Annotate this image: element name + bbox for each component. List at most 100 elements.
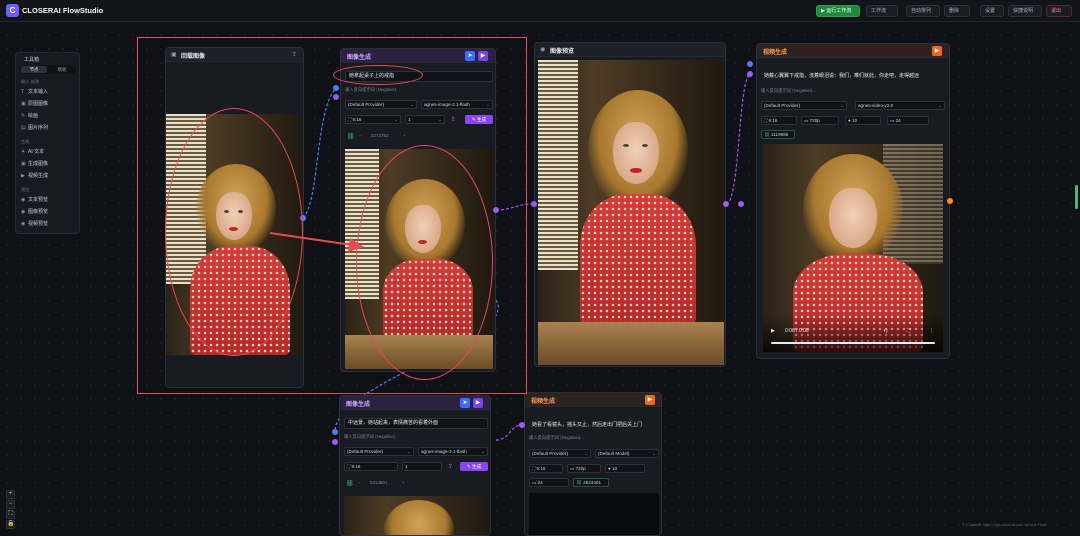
input-port[interactable] [747,71,753,77]
input-port[interactable] [531,201,537,207]
generated-image [344,496,488,535]
fit-view-icon[interactable]: ⛶ [6,510,15,519]
chevron-down-icon: ⌄ [584,451,588,456]
provider-select[interactable]: (Default Provider) ⌄ [529,449,591,458]
node-title: 图像预览 [550,49,575,55]
footer-credit: © CloserAI https://api.closerai.com by V… [962,522,1047,527]
link-icon[interactable]: ⛓ [346,480,354,487]
ratio-value: 9:16 [536,466,546,471]
prompt-input[interactable]: 中远景，她站起来，表情痛苦的看着外面 [344,418,488,429]
prompt-input[interactable]: 她戴心翼翼下戒指，流着眼泪说：我们，难们就此，你走吧，走得越远 [761,72,947,83]
seed-plus[interactable]: + [402,480,405,485]
provider-value: (Default Provider) [764,103,800,108]
send-icon[interactable]: ➤ [460,398,470,408]
provider-value: (Default Provider) [347,449,383,454]
resolution-select[interactable]: ▭ 720p [801,116,839,125]
play-icon[interactable]: ▶ [771,328,775,334]
wand-icon: ✎ [466,464,471,469]
generate-button[interactable]: ✎ 生成 [460,462,488,471]
output-port[interactable] [947,198,953,204]
scrollbar[interactable] [1075,185,1078,209]
upload-icon[interactable]: ⇪ [448,463,453,470]
play-icon[interactable]: ▶ [645,395,655,405]
zoom-out-button[interactable]: − [6,500,15,509]
seed-value[interactable]: 5214801 [370,480,388,485]
chevron-down-icon: ⌄ [938,103,942,108]
node-title: 图像生成 [346,402,371,408]
fps-value: 24 [537,480,543,485]
duration-value: 10 [852,118,858,123]
video-gen-node-2[interactable]: 视频生成 ▶ 她看了看镜头，摇头又止，然后走出门把后关上门 输入反向提示词 (N… [524,392,662,536]
ratio-select[interactable]: ⛶ 9:16 [761,116,797,125]
ratio-value: 9:16 [351,464,361,469]
photo-lips [630,168,642,173]
negative-prompt-input[interactable]: 输入反向提示词 (Negative)... [761,88,816,94]
model-value: agnes-video-v2.0 [858,103,894,108]
duration-input[interactable]: ● 10 [845,116,881,125]
video-progress-bar[interactable] [771,342,935,344]
node-header: 视频生成 ▶ [757,44,949,58]
photo-table [538,322,724,365]
video-time: 0:08 / 0:08 [785,328,809,334]
resolution-value: 720p [809,118,820,123]
video-face [829,188,877,248]
input-port[interactable] [332,429,338,435]
model-select[interactable]: (Default Model) ⌄ [595,449,659,458]
highlight-arrow [269,232,364,252]
resolution-select[interactable]: ▭ 720p [567,464,601,473]
photo-face [613,122,659,184]
output-port[interactable] [723,201,729,207]
seed-input[interactable]: ⛓ 2524401 [573,478,609,487]
highlight-ellipse-prompt [333,65,423,85]
duration-value: 10 [612,466,618,471]
more-icon[interactable]: ⋮ [929,328,934,334]
provider-select[interactable]: (Default Provider) ⌄ [761,101,847,110]
input-port[interactable] [519,422,525,428]
model-value: (Default Model) [598,451,630,456]
provider-select[interactable]: (Default Provider) ⌄ [344,447,414,456]
image-gen-node-2[interactable]: 图像生成 ➤ ▶ 中远景，她站起来，表情痛苦的看着外面 输入反向提示词 (Neg… [339,395,491,536]
highlight-ellipse-generated [356,145,493,380]
input-port[interactable] [332,439,338,445]
seed-input[interactable]: ⛓ 1119685 [761,130,795,139]
video-player[interactable] [529,493,659,535]
fullscreen-icon[interactable]: ⛶ [907,328,911,334]
node-title: 视频生成 [763,50,788,56]
seed-minus[interactable]: − [358,480,361,485]
model-select[interactable]: agnes-video-v2.0 ⌄ [855,101,945,110]
prompt-input[interactable]: 她看了看镜头，摇头又止，然后走出门把后关上门 [529,421,659,432]
negative-prompt-input[interactable]: 输入反向提示词 (Negative)... [344,434,399,440]
play-icon[interactable]: ▶ [932,46,942,56]
seed-value: 1119685 [771,132,789,137]
chevron-down-icon: ⌄ [652,451,656,456]
zoom-in-button[interactable]: + [6,490,15,499]
input-port[interactable] [738,201,744,207]
fps-input[interactable]: ▭ 24 [887,116,929,125]
lock-icon[interactable]: 🔒 [6,520,15,529]
model-value: agnes-image-2.1-flash [421,449,467,454]
volume-icon[interactable]: ◖) [883,328,888,334]
count-value: 1 [405,464,408,469]
node-title: 视频生成 [531,399,556,405]
provider-value: (Default Provider) [532,451,568,456]
count-select[interactable]: 1 [402,462,442,471]
fps-value: 24 [895,118,901,123]
video-gen-node-1[interactable]: 视频生成 ▶ 她戴心翼翼下戒指，流着眼泪说：我们，难们就此，你走吧，走得越远 输… [756,43,950,359]
ratio-select[interactable]: ⛶ 9:16 [344,462,398,471]
fps-input[interactable]: ▭ 24 [529,478,569,487]
duration-input[interactable]: ● 10 [605,464,645,473]
ratio-value: 9:16 [768,118,778,123]
node-header: ◉ 图像预览 [535,43,725,57]
seed-value: 2524401 [583,480,601,485]
image-preview-node[interactable]: ◉ 图像预览 [534,42,726,367]
model-select[interactable]: agnes-image-2.1-flash ⌄ [418,447,488,456]
video-player[interactable]: ▶ 0:08 / 0:08 ◖) ⛶ ⋮ [763,144,943,352]
play-icon[interactable]: ▶ [473,398,483,408]
node-header: 图像生成 ➤ ▶ [340,396,490,410]
chevron-down-icon: ⌄ [840,103,844,108]
input-port[interactable] [747,61,753,67]
negative-prompt-input[interactable]: 输入反向提示词 (Negative)... [529,435,584,441]
ratio-select[interactable]: ⛶ 9:16 [529,464,563,473]
resolution-value: 720p [575,466,586,471]
chevron-down-icon: ⌄ [407,449,411,454]
